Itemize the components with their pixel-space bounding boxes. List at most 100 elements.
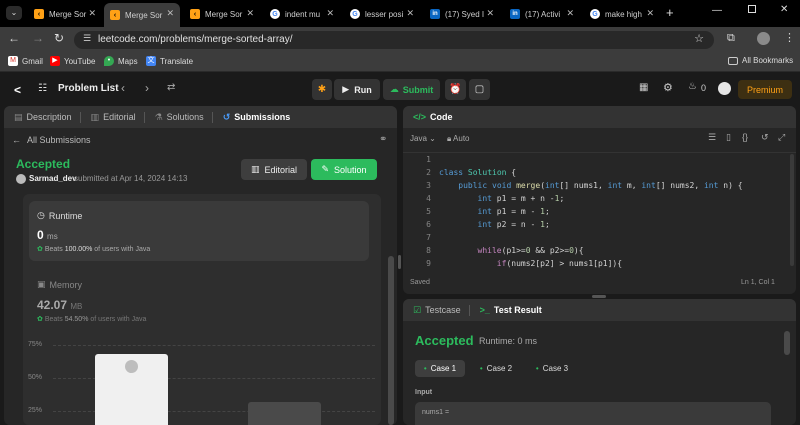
tab-code[interactable]: </> Code — [413, 112, 453, 122]
result-status: Accepted — [415, 333, 474, 348]
all-bookmarks[interactable]: All Bookmarks — [728, 56, 793, 65]
user-avatar[interactable] — [718, 82, 731, 95]
settings-gear-icon[interactable]: ⚙ — [663, 81, 673, 94]
vertical-splitter[interactable] — [398, 255, 401, 269]
solution-button[interactable]: ✎ Solution — [311, 159, 377, 180]
case-1-tab[interactable]: • Case 1 — [415, 360, 465, 377]
leetcode-icon: ‹ — [190, 9, 200, 19]
browser-tab[interactable]: in (17) Activi ✕ — [504, 3, 580, 25]
forward-icon[interactable]: → — [32, 31, 44, 45]
tab-description[interactable]: ▤ Description — [14, 112, 72, 123]
code-panel: </> Code Java ⌄ 🔒︎ Auto ☰ ▯ {} ↺ ⤢ 1 2 cla… — [403, 106, 796, 294]
timer-button[interactable]: ⏰ — [445, 79, 466, 100]
bookmark-youtube[interactable]: ▶ YouTube — [50, 56, 95, 66]
close-tab-icon[interactable]: ✕ — [246, 8, 254, 19]
format-icon[interactable]: ☰ — [708, 132, 716, 143]
bookmark-star-icon[interactable]: ☆ — [694, 32, 704, 45]
close-tab-icon[interactable]: ✕ — [646, 8, 654, 19]
tab-solutions[interactable]: ⚗ Solutions — [155, 112, 204, 123]
close-tab-icon[interactable]: ✕ — [566, 8, 574, 19]
random-problem-icon[interactable]: ⇄ — [167, 82, 175, 93]
back-to-all-submissions[interactable]: ← All Submissions — [12, 135, 91, 145]
new-tab-button[interactable]: + — [666, 5, 674, 20]
close-tab-icon[interactable]: ✕ — [486, 8, 494, 19]
note-icon: ▢ — [474, 84, 485, 95]
pass-dot-icon: • — [479, 364, 483, 373]
editorial-button[interactable]: ▥ Editorial — [241, 159, 307, 180]
streak-fire-icon[interactable]: ♨ — [688, 81, 697, 92]
premium-button[interactable]: Premium — [738, 80, 792, 99]
chart-bar-highlighted[interactable] — [95, 354, 168, 425]
profile-avatar[interactable] — [757, 32, 770, 45]
case-3-tab[interactable]: • Case 3 — [527, 360, 577, 377]
result-panel-scrollbar[interactable] — [784, 331, 790, 355]
tab-search-button[interactable]: ⌄ — [6, 6, 22, 20]
layout-icon[interactable]: ▦ — [639, 82, 648, 93]
browser-tab[interactable]: in (17) Syed I ✕ — [424, 3, 500, 25]
debug-button[interactable]: ✱ — [312, 79, 332, 100]
braces-icon[interactable]: {} — [742, 132, 748, 142]
next-problem-icon[interactable]: › — [145, 81, 149, 95]
address-bar[interactable]: ☰ leetcode.com/problems/merge-sorted-arr… — [74, 31, 714, 49]
browser-tab[interactable]: ‹ Merge Sor ✕ — [28, 3, 102, 25]
close-tab-icon[interactable]: ✕ — [326, 8, 334, 19]
close-tab-icon[interactable]: ✕ — [166, 8, 174, 19]
bookmark-gmail[interactable]: M Gmail — [8, 56, 43, 66]
maximize-window-icon[interactable] — [748, 5, 756, 13]
left-panel-scrollbar[interactable] — [388, 256, 394, 425]
close-tab-icon[interactable]: ✕ — [88, 8, 96, 19]
editor-scrollbar[interactable] — [790, 154, 794, 266]
reset-icon[interactable]: ↺ — [761, 132, 769, 143]
submitter-name[interactable]: Sarmad_dev — [29, 174, 77, 183]
browser-tab[interactable]: G make high ✕ — [584, 3, 660, 25]
runtime-beats: ✿ Beats 100.00% of users with Java — [37, 245, 150, 253]
auto-mode-toggle[interactable]: 🔒︎ Auto — [447, 134, 470, 144]
code-editor[interactable]: 1 2 class Solution { 3 public void merge(… — [403, 152, 796, 270]
reload-icon[interactable]: ↻ — [54, 31, 64, 45]
notes-button[interactable]: ▢ — [469, 79, 490, 100]
site-info-icon[interactable]: ☰ — [83, 33, 91, 44]
tab-editorial[interactable]: ▥ Editorial — [91, 112, 136, 123]
submission-status: Accepted — [16, 157, 71, 171]
browser-tab[interactable]: G indent mu ✕ — [264, 3, 340, 25]
browser-tab[interactable]: ‹ Merge Sor ✕ — [184, 3, 260, 25]
tab-title: (17) Syed I — [445, 9, 485, 19]
bookmark-maps[interactable]: • Maps — [104, 56, 138, 66]
browser-menu-icon[interactable]: ⋮ — [784, 31, 795, 44]
extensions-icon[interactable]: ⧉ — [727, 32, 735, 45]
chart-bar[interactable] — [248, 402, 321, 425]
chart-tick: 75% — [28, 341, 43, 348]
bookmark-translate[interactable]: 文 Translate — [146, 56, 193, 66]
close-tab-icon[interactable]: ✕ — [406, 8, 414, 19]
problem-list-link[interactable]: Problem List — [58, 83, 119, 94]
run-button[interactable]: ▶ Run — [334, 79, 380, 100]
close-window-icon[interactable]: ✕ — [780, 4, 788, 15]
leetcode-icon: ‹ — [110, 10, 120, 20]
back-icon[interactable]: ← — [8, 31, 20, 45]
bookmark-label: Maps — [118, 56, 138, 66]
minimize-window-icon[interactable]: — — [712, 5, 722, 16]
browser-tab-active[interactable]: ‹ Merge Sor ✕ — [104, 3, 180, 27]
share-link-icon[interactable]: ⚭ — [379, 134, 387, 145]
submit-button[interactable]: ☁ Submit — [383, 79, 440, 100]
youtube-icon: ▶ — [50, 56, 60, 66]
case-2-tab[interactable]: • Case 2 — [471, 360, 521, 377]
leetcode-logo[interactable]: < — [14, 83, 21, 97]
beats-leaf-icon: ✿ — [37, 316, 43, 323]
fullscreen-icon[interactable]: ⤢ — [778, 132, 785, 143]
runtime-heading: ◷ Runtime — [37, 210, 82, 221]
horizontal-splitter[interactable] — [592, 295, 606, 298]
language-select[interactable]: Java ⌄ — [410, 134, 436, 143]
browser-tab[interactable]: G lesser posi ✕ — [344, 3, 420, 25]
input-variable: nums1 = — [422, 409, 450, 416]
tab-testcase[interactable]: ☑ Testcase — [413, 305, 461, 316]
runtime-card[interactable]: ◷ Runtime 0 ms ✿ Beats 100.00% of users w… — [29, 201, 369, 261]
memory-card[interactable]: ▣ Memory 42.07 MB ✿ Beats 54.50% of users… — [29, 270, 369, 330]
checkbox-icon: ☑ — [413, 304, 422, 315]
tab-title: indent mu — [285, 9, 321, 19]
prev-problem-icon[interactable]: ‹ — [121, 81, 125, 95]
tab-submissions[interactable]: ↺ Submissions — [223, 112, 291, 123]
pass-dot-icon: • — [423, 364, 427, 373]
tab-test-result[interactable]: >_ Test Result — [480, 305, 542, 315]
bookmark-icon[interactable]: ▯ — [726, 132, 731, 143]
